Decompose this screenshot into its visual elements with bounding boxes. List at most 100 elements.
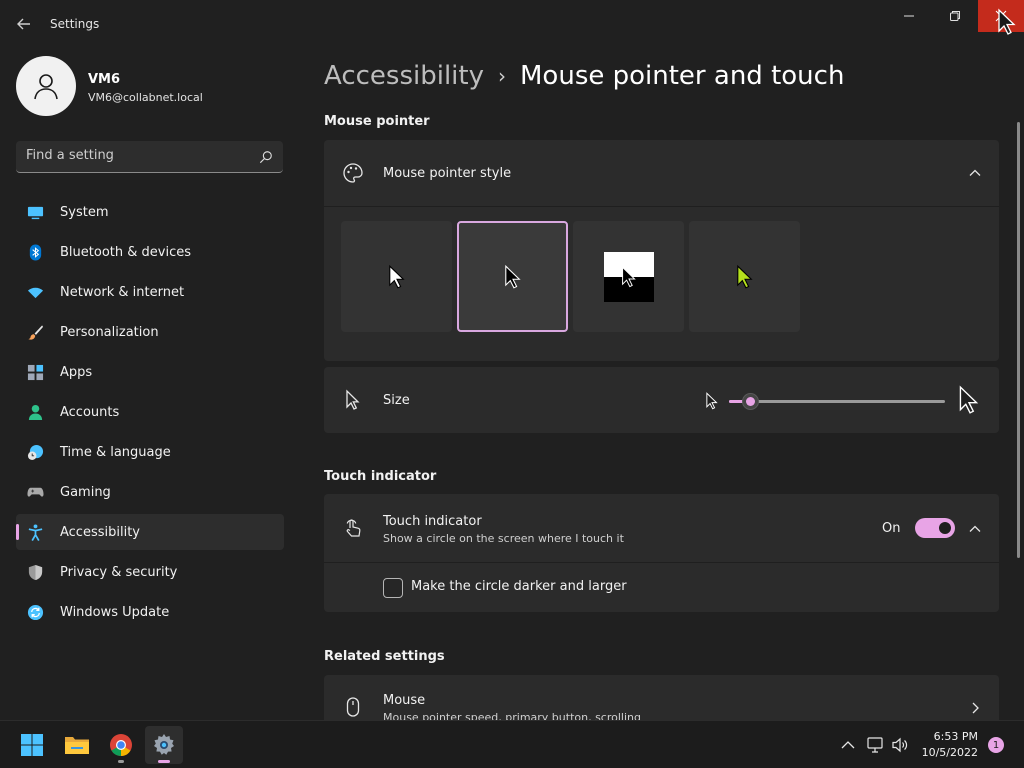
apps-icon xyxy=(27,364,44,381)
search-input[interactable] xyxy=(26,148,246,163)
small-pointer-icon xyxy=(706,392,718,410)
related-mouse-description: Mouse pointer speed, primary button, scr… xyxy=(383,711,641,720)
taskbar-chrome[interactable] xyxy=(102,726,140,764)
sidebar-item-label: Apps xyxy=(60,365,93,380)
taskbar-settings[interactable] xyxy=(145,726,183,764)
mouse-cursor-icon xyxy=(998,8,1016,35)
settings-gear-icon xyxy=(154,734,174,755)
toggle-knob xyxy=(939,522,951,534)
chevron-up-icon[interactable] xyxy=(968,166,982,180)
accounts-icon xyxy=(28,404,43,421)
darker-circle-row: Make the circle darker and larger xyxy=(324,563,999,612)
section-title-touch-indicator: Touch indicator xyxy=(324,469,437,484)
breadcrumb-parent-link[interactable]: Accessibility xyxy=(324,61,484,91)
touch-indicator-description: Show a circle on the screen where I touc… xyxy=(383,532,624,545)
palette-icon xyxy=(343,163,363,183)
taskbar-file-explorer[interactable] xyxy=(58,726,96,764)
touch-indicator-label: Touch indicator xyxy=(383,514,482,529)
sidebar-item-label: Bluetooth & devices xyxy=(60,245,191,260)
back-button[interactable] xyxy=(12,12,36,36)
network-icon[interactable] xyxy=(866,736,884,754)
black-pointer-icon xyxy=(504,264,521,289)
custom-color-pointer-icon xyxy=(736,264,753,289)
touch-indicator-card: Touch indicator Show a circle on the scr… xyxy=(324,494,999,612)
pointer-size-slider[interactable] xyxy=(729,393,945,410)
pointer-style-inverted[interactable] xyxy=(573,221,684,332)
clock-date: 10/5/2022 xyxy=(921,746,978,759)
sidebar-item-label: Time & language xyxy=(60,445,171,460)
sidebar-item-system[interactable]: System xyxy=(16,194,284,230)
sidebar-item-accounts[interactable]: Accounts xyxy=(16,394,284,430)
darker-circle-label[interactable]: Make the circle darker and larger xyxy=(411,579,627,594)
chevron-up-icon[interactable] xyxy=(968,522,982,536)
sidebar-item-label: Windows Update xyxy=(60,605,170,620)
taskbar-clock[interactable]: 6:53 PM 10/5/2022 xyxy=(916,729,978,761)
sidebar-item-label: Privacy & security xyxy=(60,565,178,580)
sidebar-item-label: Accounts xyxy=(60,405,120,420)
related-mouse-card[interactable]: Mouse Mouse pointer speed, primary butto… xyxy=(324,675,999,720)
section-title-mouse-pointer: Mouse pointer xyxy=(324,114,430,129)
sidebar-item-windows-update[interactable]: Windows Update xyxy=(16,594,284,630)
shield-icon xyxy=(28,564,43,581)
user-email: VM6@collabnet.local xyxy=(88,91,203,104)
chevron-right-icon xyxy=(972,702,979,714)
volume-icon[interactable] xyxy=(891,736,909,754)
pointer-style-black[interactable] xyxy=(457,221,568,332)
minimize-button[interactable] xyxy=(886,0,932,32)
search-icon[interactable] xyxy=(259,150,273,164)
pointer-style-custom[interactable] xyxy=(689,221,800,332)
main-scrollbar[interactable] xyxy=(1017,122,1020,558)
pointer-style-options xyxy=(324,207,999,361)
gamepad-icon xyxy=(27,487,44,497)
touch-indicator-toggle[interactable] xyxy=(915,518,955,538)
breadcrumb: Accessibility › Mouse pointer and touch xyxy=(324,58,844,94)
chrome-icon xyxy=(110,734,132,756)
inverted-pointer-icon xyxy=(621,265,636,287)
windows-logo-icon xyxy=(21,734,43,756)
avatar[interactable] xyxy=(16,56,76,116)
active-indicator xyxy=(158,760,170,763)
slider-thumb[interactable] xyxy=(742,393,760,410)
sidebar-item-apps[interactable]: Apps xyxy=(16,354,284,390)
sidebar-item-gaming[interactable]: Gaming xyxy=(16,474,284,510)
chevron-up-icon[interactable] xyxy=(839,736,857,754)
search-box[interactable] xyxy=(16,141,283,173)
restore-button[interactable] xyxy=(932,0,978,32)
related-mouse-label: Mouse xyxy=(383,693,426,708)
inverted-preview xyxy=(603,251,654,302)
breadcrumb-separator: › xyxy=(498,64,506,88)
person-icon xyxy=(34,74,58,100)
sidebar-item-personalization[interactable]: Personalization xyxy=(16,314,284,350)
sidebar-item-privacy-security[interactable]: Privacy & security xyxy=(16,554,284,590)
app-title: Settings xyxy=(50,17,100,31)
update-icon xyxy=(27,604,44,621)
sidebar-item-bluetooth[interactable]: Bluetooth & devices xyxy=(16,234,284,270)
white-pointer-icon xyxy=(388,264,405,289)
mouse-pointer-style-header[interactable]: Mouse pointer style xyxy=(324,140,999,206)
minimize-icon xyxy=(904,15,914,17)
darker-circle-checkbox[interactable] xyxy=(383,578,403,598)
notification-badge[interactable]: 1 xyxy=(988,737,1004,753)
sidebar-item-time-language[interactable]: Time & language xyxy=(16,434,284,470)
pointer-style-white[interactable] xyxy=(341,221,452,332)
title-bar: Settings xyxy=(0,0,1024,48)
user-name: VM6 xyxy=(88,72,121,87)
arrow-left-icon xyxy=(17,18,30,30)
wifi-icon xyxy=(27,287,44,299)
clock-globe-icon xyxy=(27,444,44,461)
mouse-icon xyxy=(346,697,360,717)
system-icon xyxy=(27,206,44,220)
sidebar-item-label: Personalization xyxy=(60,325,159,340)
sidebar-item-accessibility[interactable]: Accessibility xyxy=(16,514,284,550)
pointer-icon xyxy=(346,389,360,410)
accessibility-icon xyxy=(28,524,43,541)
folder-icon xyxy=(65,737,89,754)
start-button[interactable] xyxy=(13,726,51,764)
mouse-pointer-style-card: Mouse pointer style xyxy=(324,140,999,361)
sidebar-nav: System Bluetooth & devices Network & int… xyxy=(16,194,284,634)
pointer-size-card: Size xyxy=(324,367,999,433)
sidebar-item-label: Network & internet xyxy=(60,285,185,300)
section-title-related-settings: Related settings xyxy=(324,649,445,664)
sidebar-item-network[interactable]: Network & internet xyxy=(16,274,284,310)
touch-indicator-header[interactable]: Touch indicator Show a circle on the scr… xyxy=(324,494,999,562)
